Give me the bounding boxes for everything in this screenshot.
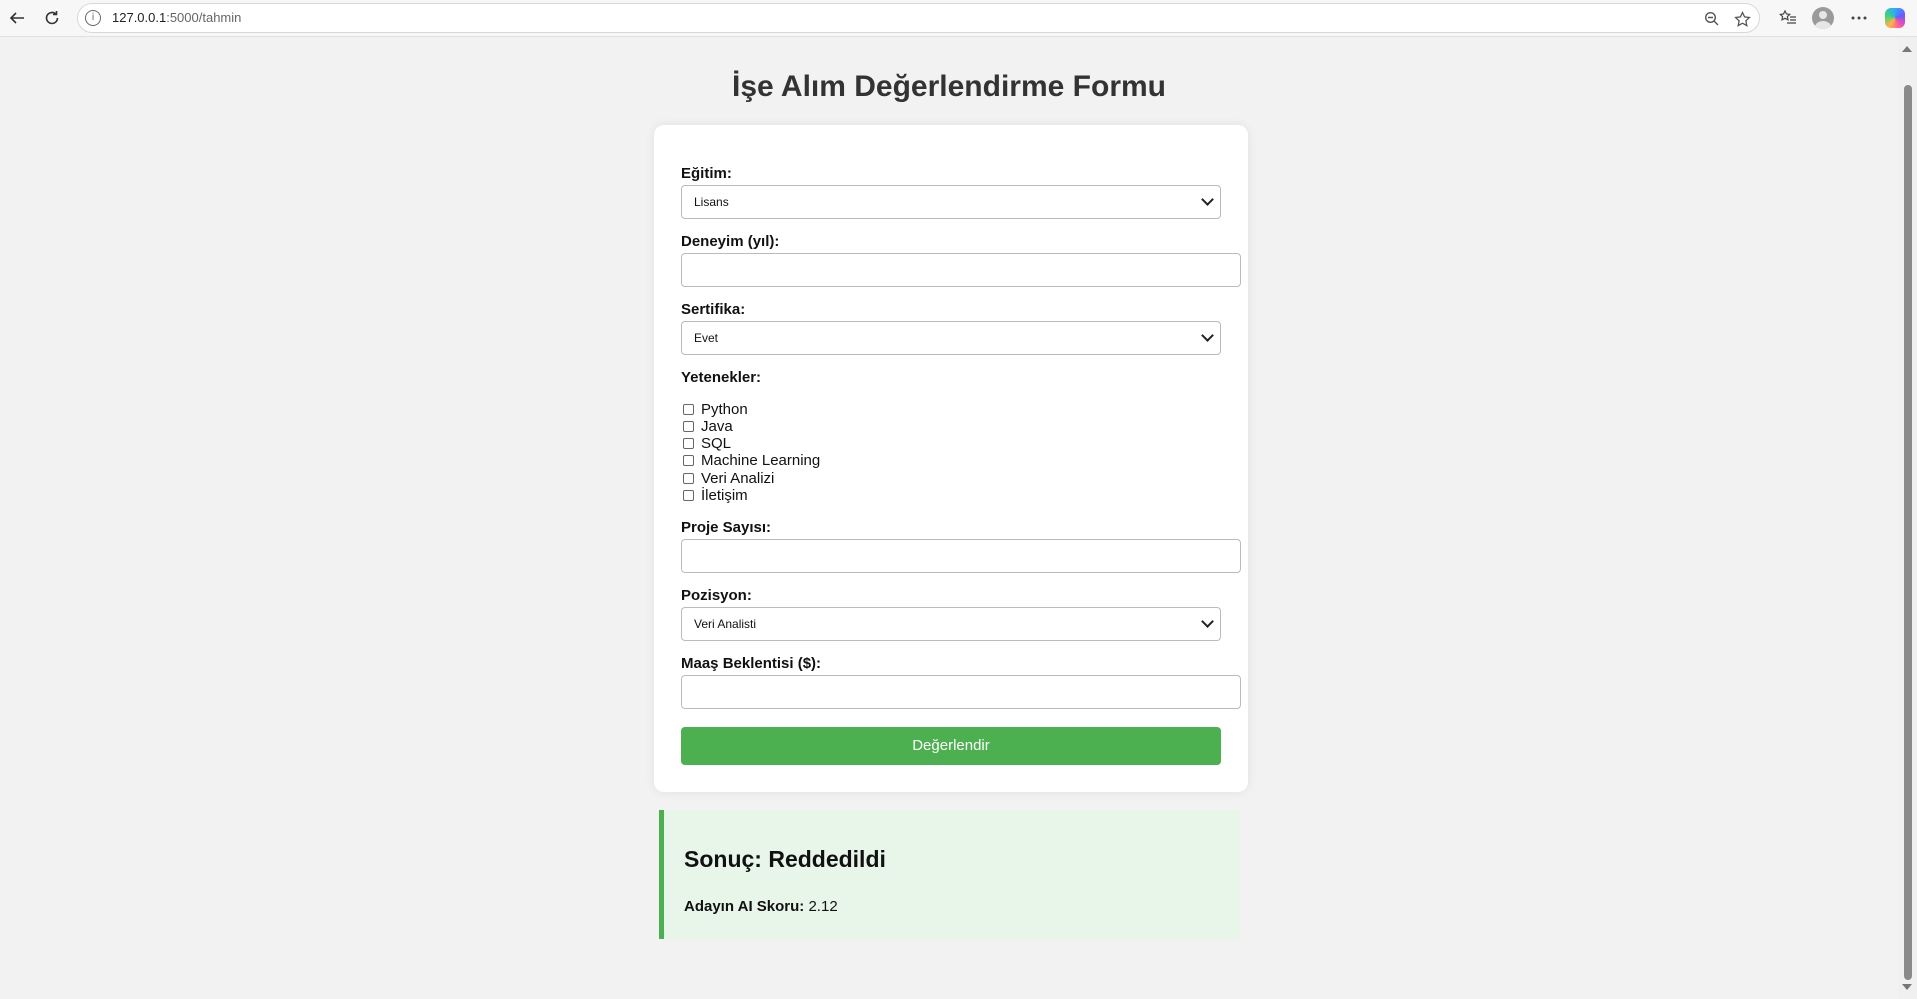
checkbox[interactable] [683,404,694,415]
checkbox[interactable] [683,473,694,484]
scroll-down-icon[interactable] [1902,984,1912,990]
skill-checkbox-veri-analizi[interactable]: Veri Analizi [683,470,774,487]
profile-avatar[interactable] [1810,5,1836,31]
result-title: Sonuç: Reddedildi [684,846,886,872]
salary-label: Maaş Beklentisi ($): [681,655,822,672]
url-text[interactable]: 127.0.0.1:5000/tahmin [112,10,241,25]
experience-input[interactable] [681,253,1241,287]
skill-checkbox-python[interactable]: Python [683,401,748,418]
education-label: Eğitim: [681,165,732,182]
certificate-select-value: Evet [694,331,719,345]
evaluation-form: Eğitim: Lisans Deneyim (yıl): Sertifika:… [654,125,1248,792]
url-path: :5000/tahmin [166,10,242,25]
reload-button[interactable] [38,5,66,31]
chevron-down-icon [1201,193,1214,206]
site-info-icon[interactable]: i [85,10,101,26]
result-panel: Sonuç: Reddedildi Adayın AI Skoru: 2.12 [659,810,1240,939]
copilot-icon [1885,8,1905,28]
skill-label: Java [701,418,733,435]
certificate-label: Sertifika: [681,301,746,318]
scroll-up-icon[interactable] [1902,46,1912,52]
skill-label: Python [701,401,748,418]
certificate-select[interactable]: Evet [681,321,1221,355]
experience-label: Deneyim (yıl): [681,233,780,250]
reload-icon [45,11,59,25]
position-label: Pozisyon: [681,587,752,604]
checkbox[interactable] [683,490,694,501]
chevron-down-icon [1201,329,1214,342]
favorite-star-icon[interactable] [1732,9,1752,29]
copilot-button[interactable] [1882,5,1908,31]
zoom-out-icon[interactable] [1702,9,1722,29]
skills-label: Yetenekler: [681,369,762,386]
salary-input[interactable] [681,675,1241,709]
ai-score-label: Adayın AI Skoru: [684,898,805,915]
browser-toolbar: i 127.0.0.1:5000/tahmin [0,0,1917,37]
skill-label: Machine Learning [701,452,821,469]
chevron-down-icon [1201,615,1214,628]
more-menu-icon[interactable] [1846,5,1872,31]
page-title: İşe Alım Değerlendirme Formu [731,70,1166,103]
address-bar[interactable]: i 127.0.0.1:5000/tahmin [77,3,1760,33]
ai-score-value: 2.12 [808,898,838,915]
skill-checkbox-sql[interactable]: SQL [683,435,731,452]
scroll-thumb[interactable] [1904,85,1912,980]
education-select[interactable]: Lisans [681,185,1221,219]
education-select-value: Lisans [694,195,729,209]
back-button[interactable] [3,5,31,31]
page-scrollbar[interactable] [1898,37,1917,999]
skill-label: İletişim [701,487,748,504]
checkbox[interactable] [683,455,694,466]
ai-score: Adayın AI Skoru: 2.12 [684,898,838,915]
evaluate-button[interactable]: Değerlendir [681,727,1221,765]
checkbox[interactable] [683,438,694,449]
skill-label: Veri Analizi [701,470,775,487]
profile-icon [1812,7,1834,29]
position-select[interactable]: Veri Analisti [681,607,1221,641]
url-host: 127.0.0.1 [112,10,167,25]
position-select-value: Veri Analisti [694,617,757,631]
skill-label: SQL [701,435,732,452]
checkbox[interactable] [683,421,694,432]
back-arrow-icon [9,12,24,24]
projects-label: Proje Sayısı: [681,519,772,536]
projects-input[interactable] [681,539,1241,573]
skill-checkbox-iletisim[interactable]: İletişim [683,487,748,504]
skill-checkbox-machine-learning[interactable]: Machine Learning [683,452,820,469]
favorites-icon[interactable] [1775,5,1801,31]
skill-checkbox-java[interactable]: Java [683,418,733,435]
